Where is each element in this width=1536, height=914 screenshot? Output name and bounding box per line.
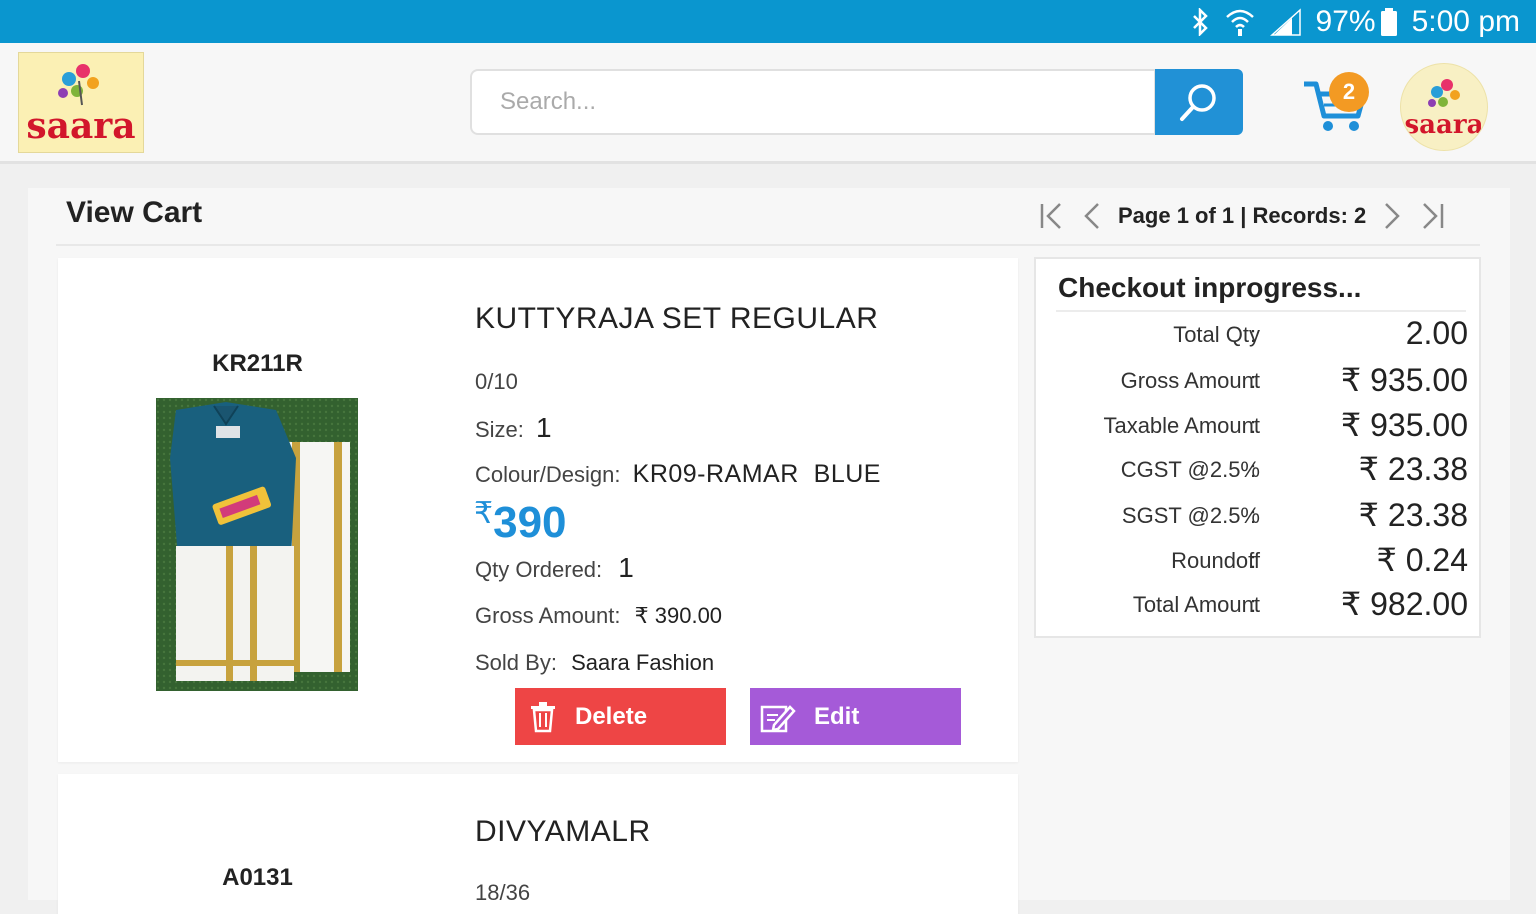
search-box bbox=[470, 69, 1156, 135]
summary-label: Roundoff bbox=[1171, 548, 1260, 573]
summary-colon: : bbox=[1250, 548, 1257, 573]
summary-row-sgst: SGST @2.5% : ₹ 23.38 bbox=[1040, 494, 1470, 534]
price: ₹390 bbox=[474, 496, 567, 548]
size-field: Size: 1 bbox=[475, 412, 552, 444]
price-value: 390 bbox=[493, 498, 567, 547]
item-code: A0131 bbox=[222, 864, 293, 891]
summary-label: Total Qty bbox=[1173, 322, 1260, 347]
summary-row-total-qty: Total Qty : 2.00 bbox=[1040, 313, 1470, 353]
sold-by-field: Sold By: Saara Fashion bbox=[475, 650, 714, 676]
saara-logo[interactable]: saara bbox=[18, 52, 144, 153]
size-value: 1 bbox=[536, 412, 552, 443]
edit-button[interactable]: Edit bbox=[750, 688, 961, 745]
summary-colon: : bbox=[1250, 413, 1257, 438]
delete-button[interactable]: Delete bbox=[515, 688, 726, 745]
pager-text: Page 1 of 1 | Records: 2 bbox=[1118, 203, 1367, 228]
product-name[interactable]: KUTTYRAJA SET REGULAR bbox=[475, 302, 878, 336]
last-page-icon[interactable] bbox=[1418, 200, 1448, 232]
signal-icon bbox=[1269, 8, 1301, 36]
summary-label: SGST @2.5% bbox=[1121, 503, 1260, 528]
profile-avatar[interactable]: saara bbox=[1400, 63, 1488, 151]
summary-label: Total Amount bbox=[1132, 592, 1260, 617]
summary-value: ₹ 935.00 bbox=[1340, 407, 1468, 443]
edit-icon bbox=[760, 704, 796, 732]
trash-icon bbox=[531, 701, 555, 732]
first-page-icon[interactable] bbox=[1036, 200, 1066, 232]
delete-label: Delete bbox=[575, 702, 648, 730]
summary-label: Gross Amount bbox=[1120, 368, 1260, 393]
colour-field: Colour/Design: KR09-RAMAR BLUE bbox=[475, 460, 881, 489]
summary-value: ₹ 0.24 bbox=[1376, 542, 1468, 578]
search-button[interactable] bbox=[1155, 69, 1243, 135]
size-range: 0/10 bbox=[475, 369, 518, 394]
summary-divider bbox=[1056, 310, 1466, 312]
summary-row-cgst: CGST @2.5% : ₹ 23.38 bbox=[1040, 448, 1470, 488]
item-code: KR211R bbox=[212, 350, 303, 377]
gross-field: Gross Amount: ₹ 390.00 bbox=[475, 603, 722, 629]
edit-label: Edit bbox=[814, 702, 860, 730]
status-bar: 97% 5:00 pm bbox=[0, 0, 1536, 43]
summary-value: ₹ 23.38 bbox=[1358, 451, 1468, 487]
sold-by-label: Sold By: bbox=[475, 650, 557, 675]
summary-row-taxable-amount: Taxable Amount : ₹ 935.00 bbox=[1040, 404, 1470, 444]
summary-value: ₹ 23.38 bbox=[1358, 497, 1468, 533]
summary-colon: : bbox=[1250, 592, 1257, 617]
qty-label: Qty Ordered: bbox=[475, 557, 603, 582]
product-name[interactable]: DIVYAMALR bbox=[475, 815, 651, 849]
bluetooth-icon bbox=[1192, 8, 1208, 36]
summary-row-roundoff: Roundoff : ₹ 0.24 bbox=[1040, 539, 1470, 579]
next-page-icon[interactable] bbox=[1380, 200, 1404, 232]
battery-percent: 97% bbox=[1315, 5, 1376, 38]
clock: 5:00 pm bbox=[1411, 5, 1520, 38]
summary-colon: : bbox=[1250, 322, 1257, 347]
size-range: 18/36 bbox=[475, 880, 531, 905]
summary-row-gross-amount: Gross Amount : ₹ 935.00 bbox=[1040, 359, 1470, 399]
cart-count-badge: 2 bbox=[1329, 72, 1369, 112]
size-label: Size: bbox=[475, 417, 524, 442]
sold-by-value: Saara Fashion bbox=[571, 650, 715, 675]
product-shirt-dhoti-image bbox=[156, 398, 358, 691]
qty-field: Qty Ordered: 1 bbox=[475, 552, 634, 584]
wifi-icon bbox=[1225, 9, 1254, 36]
product-image[interactable] bbox=[156, 398, 358, 691]
rupee-symbol: ₹ bbox=[474, 497, 494, 530]
summary-title: Checkout inprogress... bbox=[1058, 272, 1362, 303]
summary-colon: : bbox=[1250, 368, 1257, 393]
gross-value: ₹ 390.00 bbox=[634, 603, 723, 628]
search-icon bbox=[1180, 84, 1216, 121]
logo-text: saara bbox=[26, 105, 136, 147]
summary-value: ₹ 935.00 bbox=[1340, 362, 1468, 398]
summary-colon: : bbox=[1250, 457, 1257, 482]
summary-value: ₹ 982.00 bbox=[1340, 586, 1468, 622]
colour-value: KR09-RAMAR BLUE bbox=[632, 460, 881, 488]
page-title: View Cart bbox=[66, 196, 203, 229]
battery-icon bbox=[1380, 8, 1397, 36]
summary-label: Taxable Amount bbox=[1103, 413, 1260, 438]
gross-label: Gross Amount: bbox=[475, 603, 621, 628]
search-input[interactable] bbox=[472, 71, 1154, 133]
summary-label: CGST @2.5% bbox=[1120, 457, 1260, 482]
summary-colon: : bbox=[1250, 503, 1257, 528]
summary-value: 2.00 bbox=[1405, 315, 1468, 351]
summary-row-total-amount: Total Amount : ₹ 982.00 bbox=[1040, 583, 1470, 623]
prev-page-icon[interactable] bbox=[1080, 200, 1104, 232]
avatar-text: saara bbox=[1404, 110, 1484, 140]
qty-value: 1 bbox=[618, 552, 634, 583]
header-divider bbox=[56, 244, 1480, 246]
colour-label: Colour/Design: bbox=[475, 462, 621, 487]
pagination: Page 1 of 1 | Records: 2 bbox=[1036, 196, 1448, 236]
